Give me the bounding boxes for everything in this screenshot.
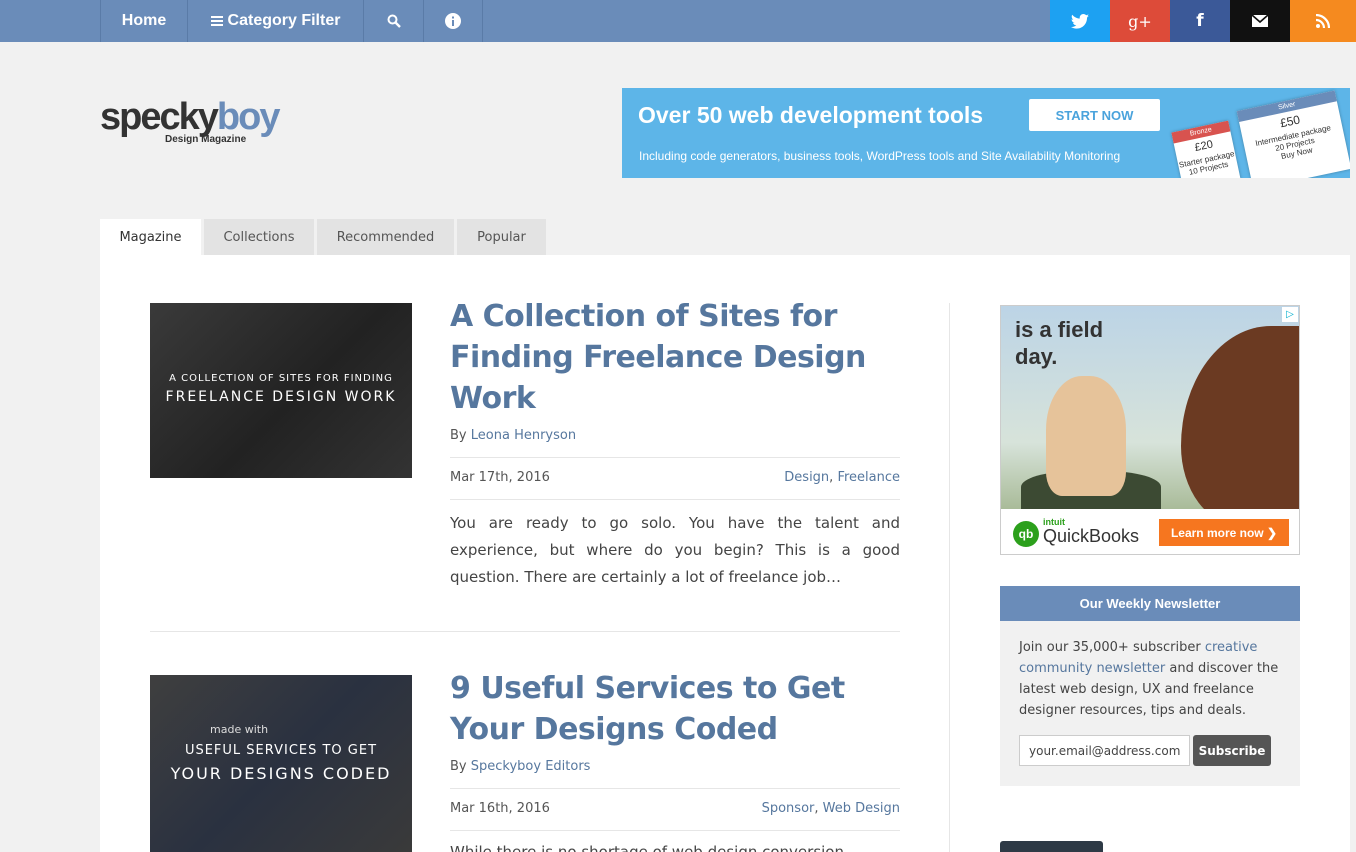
menu-icon	[210, 14, 223, 28]
rss-icon	[1316, 14, 1330, 28]
horse-image	[1181, 326, 1299, 526]
tab-magazine[interactable]: Magazine	[100, 219, 201, 255]
pricing-card-bronze: Bronze £20 Starter package 10 Projects	[1171, 120, 1241, 178]
site-logo[interactable]: speckyboy Design Magazine	[100, 98, 280, 145]
search-icon	[387, 14, 401, 28]
post-byline: By Speckyboy Editors	[450, 759, 591, 774]
divider	[450, 830, 900, 831]
category-link[interactable]: Freelance	[837, 470, 900, 485]
category-link[interactable]: Sponsor	[762, 801, 815, 816]
info-icon	[445, 13, 461, 29]
facebook-icon: f	[1196, 11, 1204, 31]
post-byline: By Leona Henryson	[450, 428, 577, 443]
email-icon	[1252, 15, 1268, 27]
column-divider	[949, 303, 950, 852]
category-link[interactable]: Web Design	[823, 801, 900, 816]
thumbnail-caption-big: YOUR DESIGNS CODED	[170, 764, 392, 783]
person-image	[1046, 376, 1126, 496]
nav-info-button[interactable]	[423, 0, 483, 42]
brand-name: QuickBooks	[1043, 526, 1140, 546]
banner-ad-subtext: Including code generators, business tool…	[639, 149, 1121, 163]
tab-recommended[interactable]: Recommended	[317, 219, 454, 255]
thumbnail-caption-small: A COLLECTION OF SITES FOR FINDING	[169, 373, 393, 384]
post-date: Mar 16th, 2016	[450, 801, 550, 816]
divider	[450, 788, 900, 789]
divider	[450, 499, 900, 500]
post-thumbnail[interactable]: A COLLECTION OF SITES FOR FINDING FREELA…	[150, 303, 412, 478]
quickbooks-logo-icon: qb	[1013, 521, 1039, 547]
sidebar-ad-footer: qb intuit QuickBooks Learn more now ❯	[1001, 509, 1299, 554]
googleplus-button[interactable]: g+	[1110, 0, 1170, 42]
next-widget-image	[1000, 841, 1103, 852]
nav-category-filter-label: Category Filter	[227, 12, 341, 29]
post-thumbnail[interactable]: made with USEFUL SERVICES TO GET YOUR DE…	[150, 675, 412, 852]
banner-ad-start-button[interactable]: START NOW	[1029, 99, 1160, 131]
banner-ad[interactable]: Over 50 web development tools START NOW …	[622, 88, 1350, 178]
rss-button[interactable]	[1290, 0, 1356, 42]
post-excerpt: You are ready to go solo. You have the t…	[450, 514, 900, 586]
adchoices-icon[interactable]: ▷	[1282, 307, 1298, 322]
post-separator	[150, 631, 900, 632]
newsletter-title: Our Weekly Newsletter	[1000, 586, 1300, 621]
pricing-card-silver: Silver £50 Intermediate package 20 Proje…	[1236, 90, 1350, 178]
twitter-button[interactable]	[1050, 0, 1110, 42]
googleplus-icon: g+	[1128, 11, 1152, 31]
nav-home-label: Home	[121, 12, 167, 29]
post-title-link[interactable]: A Collection of Sites for Finding Freela…	[450, 296, 890, 419]
post-author-link[interactable]: Leona Henryson	[471, 428, 576, 443]
tab-popular[interactable]: Popular	[457, 219, 546, 255]
subscribe-button[interactable]: Subscribe	[1193, 735, 1271, 766]
post-categories: Sponsor, Web Design	[761, 801, 900, 816]
category-link[interactable]: Design	[784, 470, 829, 485]
post-title-link[interactable]: 9 Useful Services to Get Your Designs Co…	[450, 668, 890, 750]
thumbnail-caption-big: FREELANCE DESIGN WORK	[165, 389, 397, 405]
sidebar-ad-headline: is a field day.	[1015, 317, 1104, 369]
thumbnail-badge: made with	[210, 723, 269, 736]
post-author-link[interactable]: Speckyboy Editors	[471, 759, 591, 774]
logo-wordmark: speckyboy	[100, 96, 280, 138]
nav-category-filter[interactable]: Category Filter	[187, 0, 363, 42]
twitter-icon	[1071, 13, 1089, 29]
sidebar-ad[interactable]: is a field day. ▷ qb intuit QuickBooks Le…	[1000, 305, 1300, 555]
facebook-button[interactable]: f	[1170, 0, 1230, 42]
divider	[450, 457, 900, 458]
newsletter-text: Join our 35,000+ subscriber creative com…	[1019, 640, 1279, 718]
nav-home[interactable]: Home	[100, 0, 187, 42]
email-field[interactable]	[1019, 735, 1190, 766]
post-date: Mar 17th, 2016	[450, 470, 550, 485]
email-button[interactable]	[1230, 0, 1290, 42]
thumbnail-caption-small: USEFUL SERVICES TO GET	[184, 743, 378, 758]
learn-more-button[interactable]: Learn more now ❯	[1159, 519, 1289, 546]
newsletter-widget: Our Weekly Newsletter Join our 35,000+ s…	[1000, 586, 1300, 786]
banner-ad-headline: Over 50 web development tools	[638, 102, 984, 128]
top-navbar: Home Category Filter g+ f	[0, 0, 1356, 42]
nav-search-button[interactable]	[363, 0, 423, 42]
post-excerpt: While there is no shortage of web design…	[450, 843, 844, 852]
tab-collections[interactable]: Collections	[204, 219, 314, 255]
post-categories: Design, Freelance	[784, 470, 900, 485]
